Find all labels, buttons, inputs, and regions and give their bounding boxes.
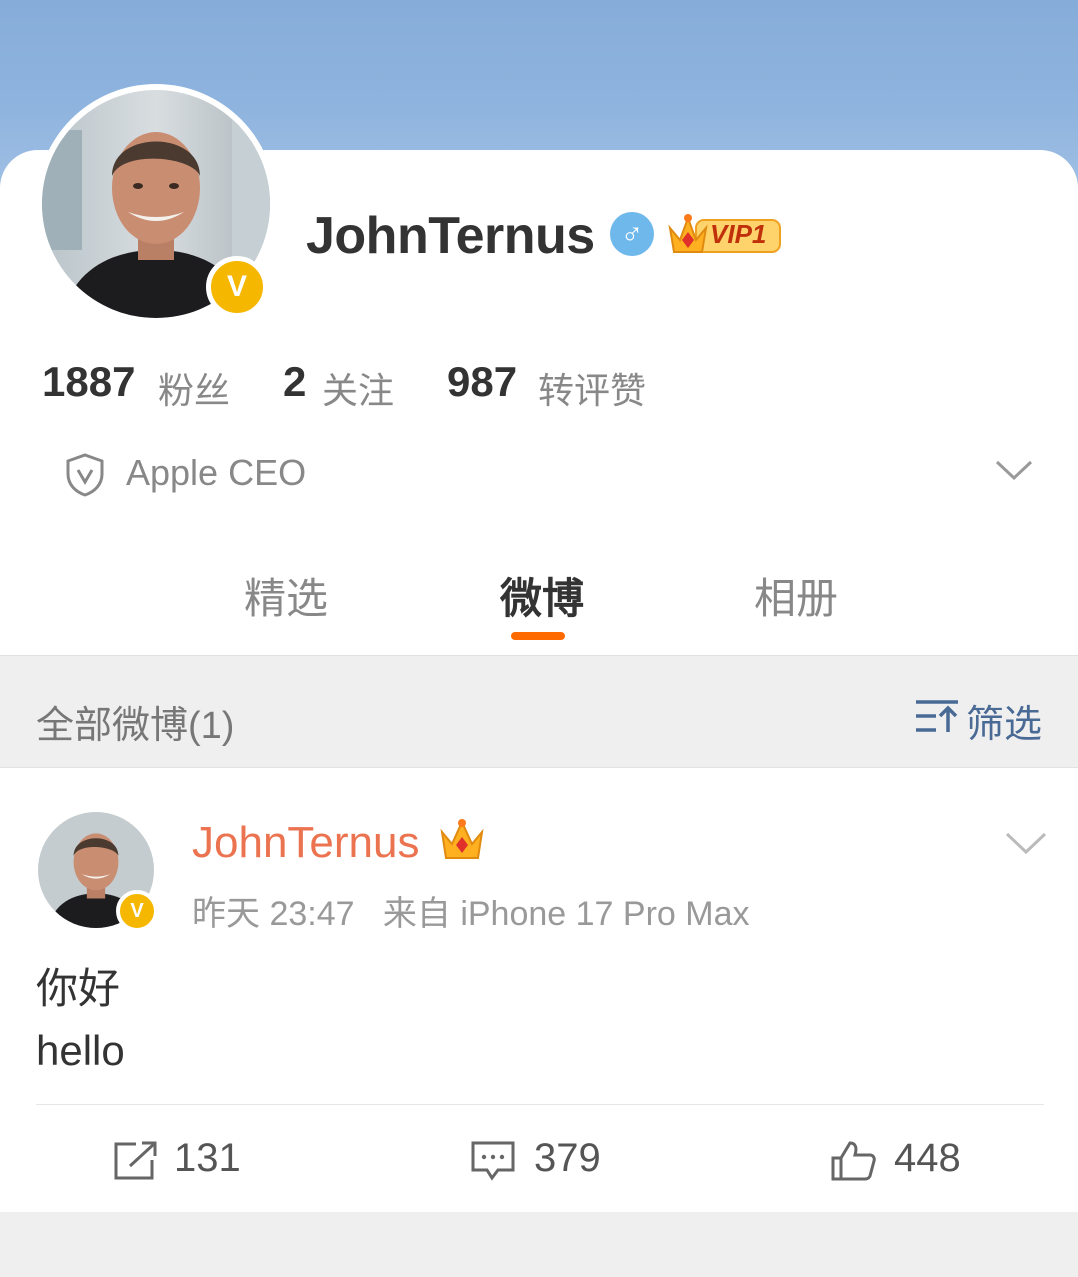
verified-badge-icon: V — [206, 256, 268, 318]
filter-bar: 全部微博(1) 筛选 — [0, 655, 1078, 768]
post-card: V JohnTernus 昨天 23:47 来自 iPhone 17 Pro M… — [0, 768, 1078, 1212]
profile-name: JohnTernus — [306, 207, 595, 265]
profile-bio: Apple CEO — [126, 452, 307, 493]
post-text-line: hello — [36, 1027, 125, 1074]
comment-count[interactable]: 379 — [534, 1136, 601, 1181]
comment-icon[interactable] — [470, 1140, 516, 1182]
like-count[interactable]: 448 — [894, 1136, 961, 1181]
filter-button[interactable]: 筛选 — [966, 693, 1042, 748]
followers-count[interactable]: 1887 — [42, 358, 135, 406]
followers-label: 粉丝 — [158, 370, 231, 411]
crown-icon — [440, 819, 484, 859]
engagement-label: 转评赞 — [538, 370, 647, 411]
active-tab-indicator — [511, 632, 565, 640]
gender-male-icon: ♂ — [610, 212, 654, 256]
post-text-line: 你好 — [36, 965, 121, 1012]
engagement-count[interactable]: 987 — [447, 358, 517, 406]
like-icon[interactable] — [830, 1140, 876, 1182]
following-count[interactable]: 2 — [283, 358, 306, 406]
divider — [36, 1104, 1044, 1105]
repost-count[interactable]: 131 — [174, 1136, 241, 1181]
shield-v-icon — [66, 453, 104, 497]
post-author[interactable]: JohnTernus — [192, 818, 419, 868]
post-text: 你好 hello — [36, 958, 125, 1082]
filter-sort-icon[interactable] — [914, 696, 960, 736]
vip-badge[interactable]: VIP1 — [666, 210, 782, 258]
tab-featured[interactable]: 精选 — [244, 565, 328, 626]
vip-label: VIP1 — [710, 219, 767, 249]
post-count-label: 全部微博(1) — [36, 705, 235, 747]
tab-album[interactable]: 相册 — [754, 565, 838, 626]
post-menu-chevron-icon[interactable] — [1004, 830, 1048, 856]
repost-icon[interactable] — [112, 1140, 158, 1182]
post-verified-badge-icon: V — [116, 890, 158, 932]
tab-weibo[interactable]: 微博 — [500, 565, 584, 626]
post-meta: 昨天 23:47 来自 iPhone 17 Pro Max — [192, 895, 750, 933]
chevron-down-icon[interactable] — [994, 458, 1034, 482]
following-label: 关注 — [322, 370, 395, 411]
